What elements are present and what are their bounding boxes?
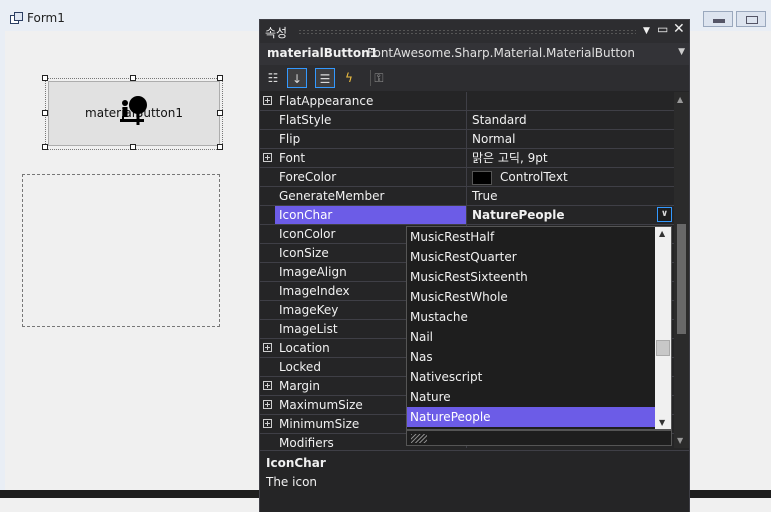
expand-icon[interactable]	[263, 381, 272, 390]
properties-title: 속성	[265, 26, 288, 40]
object-type: FontAwesome.Sharp.Material.MaterialButto…	[367, 46, 635, 60]
properties-titlebar[interactable]: 속성 ▼ ▭ ✕	[260, 20, 689, 43]
property-value-text: Normal	[472, 132, 516, 146]
categorized-icon[interactable]: ☷	[263, 68, 283, 88]
resize-handle-n[interactable]	[130, 75, 136, 81]
description-pane: IconChar The icon	[260, 450, 689, 512]
alphabetical-icon[interactable]: ↓	[287, 68, 307, 88]
property-row[interactable]: IconChar NaturePeople ∨	[260, 206, 674, 225]
property-row[interactable]: Font 맑은 고딕, 9pt	[260, 149, 674, 168]
property-value-text: Standard	[472, 113, 527, 127]
expand-icon[interactable]	[263, 400, 272, 409]
property-name: IconChar	[275, 206, 467, 224]
form-title: Form1	[27, 11, 65, 25]
property-value[interactable]: Standard	[468, 111, 674, 129]
window-position-dropdown-icon[interactable]: ▼	[643, 26, 650, 36]
property-value[interactable]: 맑은 고딕, 9pt	[468, 149, 674, 167]
expand-icon[interactable]	[263, 153, 272, 162]
object-name: materialButton1	[267, 46, 379, 60]
nature-people-icon	[120, 96, 147, 125]
resize-handle-nw[interactable]	[42, 75, 48, 81]
description-title: IconChar	[266, 456, 326, 470]
dropdown-item[interactable]: MusicRestHalf	[407, 227, 655, 247]
properties-panel: 속성 ▼ ▭ ✕ materialButton1 FontAwesome.Sha…	[259, 19, 690, 512]
property-name: Font	[275, 149, 467, 167]
resize-handle-s[interactable]	[130, 144, 136, 150]
scroll-down-icon[interactable]: ▼	[677, 436, 683, 445]
maximize-button[interactable]	[736, 11, 766, 27]
titlebar-grip	[298, 29, 636, 35]
dropdown-item[interactable]: Nas	[407, 347, 655, 367]
dropdown-item[interactable]: MusicRestSixteenth	[407, 267, 655, 287]
resize-handle-ne[interactable]	[217, 75, 223, 81]
dropdown-item[interactable]: Mustache	[407, 307, 655, 327]
property-name: Flip	[275, 130, 467, 148]
property-value-text: 맑은 고딕, 9pt	[472, 151, 548, 165]
scroll-up-icon[interactable]: ▲	[677, 95, 683, 104]
form-icon	[10, 12, 23, 24]
property-pages-icon[interactable]: ⚿	[369, 68, 389, 88]
expand-icon[interactable]	[263, 96, 272, 105]
iconchar-dropdown-list: MusicRestHalf MusicRestQuarter MusicRestSi…	[406, 226, 672, 430]
resize-handle-se[interactable]	[217, 144, 223, 150]
close-icon[interactable]: ✕	[673, 21, 685, 37]
property-value[interactable]: True	[468, 187, 674, 205]
property-name: GenerateMember	[275, 187, 467, 205]
property-value-text: ControlText	[500, 170, 568, 184]
resize-handle-sw[interactable]	[42, 144, 48, 150]
property-value[interactable]	[468, 92, 674, 110]
property-name: ForeColor	[275, 168, 467, 186]
scroll-down-icon[interactable]: ▼	[659, 418, 665, 427]
property-row[interactable]: GenerateMember True	[260, 187, 674, 206]
dropdown-item[interactable]: NaturePeople	[407, 407, 655, 427]
events-icon[interactable]: ϟ	[339, 68, 359, 88]
dropdown-scrollbar[interactable]: ▲ ▼	[655, 227, 671, 429]
property-value[interactable]: NaturePeople ∨	[468, 206, 674, 224]
scroll-up-icon[interactable]: ▲	[659, 229, 665, 238]
expand-icon[interactable]	[263, 343, 272, 352]
minimize-button[interactable]	[703, 11, 733, 27]
dropdown-item[interactable]: MusicRestQuarter	[407, 247, 655, 267]
auto-hide-icon[interactable]: ▭	[657, 22, 668, 36]
property-value[interactable]: ControlText	[468, 168, 674, 186]
property-name: FlatAppearance	[275, 92, 467, 110]
dropdown-resize-grip[interactable]	[406, 430, 672, 446]
dropdown-button[interactable]: ∨	[657, 207, 672, 222]
scroll-thumb[interactable]	[677, 224, 686, 334]
dropdown-item[interactable]: Nail	[407, 327, 655, 347]
chevron-down-icon: ▼	[678, 47, 685, 57]
scroll-thumb[interactable]	[656, 340, 670, 356]
property-value-text: True	[472, 189, 498, 203]
property-row[interactable]: Flip Normal	[260, 130, 674, 149]
expand-icon[interactable]	[263, 419, 272, 428]
property-row[interactable]: FlatStyle Standard	[260, 111, 674, 130]
object-selector[interactable]: materialButton1 FontAwesome.Sharp.Materi…	[260, 43, 689, 65]
resize-handle-w[interactable]	[42, 110, 48, 116]
resize-handle-e[interactable]	[217, 110, 223, 116]
dropdown-item[interactable]: Nativescript	[407, 367, 655, 387]
description-text: The icon	[266, 475, 318, 489]
properties-icon[interactable]: ☰	[315, 68, 335, 88]
property-row[interactable]: FlatAppearance	[260, 92, 674, 111]
property-name: FlatStyle	[275, 111, 467, 129]
property-grid-scrollbar[interactable]: ▲ ▼	[674, 92, 689, 448]
dropdown-item[interactable]: MusicRestWhole	[407, 287, 655, 307]
property-value[interactable]: Normal	[468, 130, 674, 148]
properties-toolbar: ☷ ↓ ☰ ϟ ⚿	[260, 65, 689, 91]
dropdown-item[interactable]: Nature	[407, 387, 655, 407]
empty-control-placeholder[interactable]	[22, 174, 220, 327]
property-row[interactable]: ForeColor ControlText	[260, 168, 674, 187]
property-value-text: NaturePeople	[472, 208, 565, 222]
color-swatch	[472, 170, 492, 185]
